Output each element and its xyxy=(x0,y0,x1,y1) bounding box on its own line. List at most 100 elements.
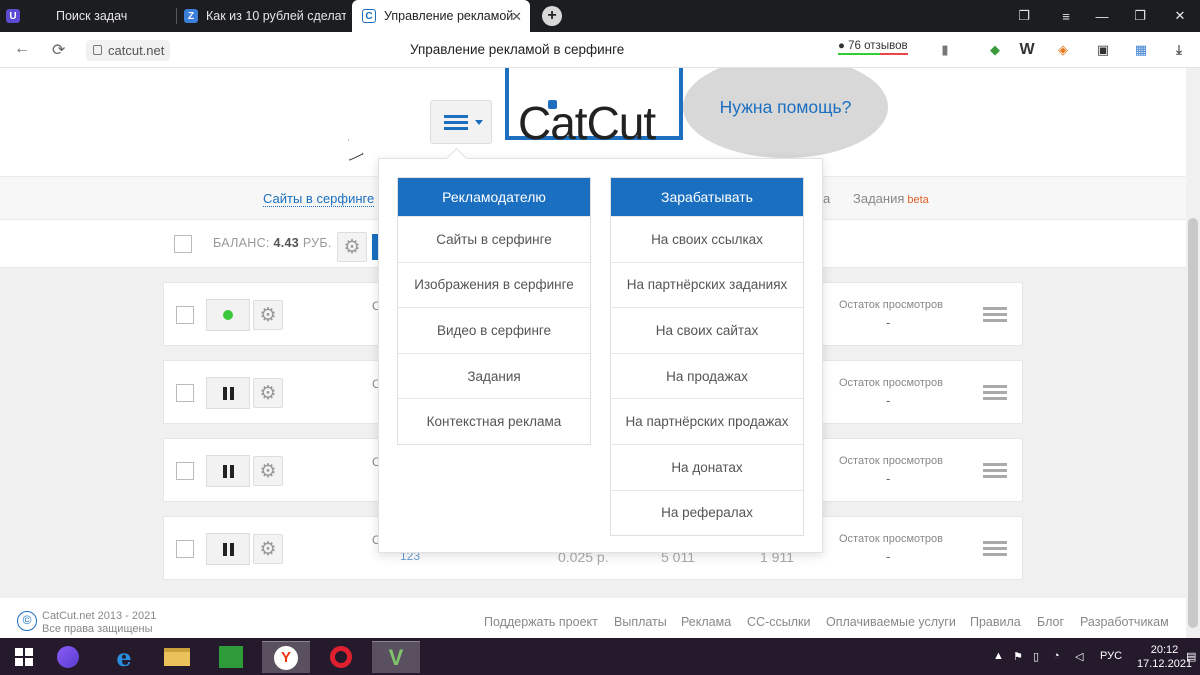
hamburger-icon xyxy=(444,115,468,118)
opera-icon[interactable] xyxy=(317,641,365,673)
pause-icon xyxy=(222,386,234,400)
menu-item-partner-sales[interactable]: На партнёрских продажах xyxy=(611,398,803,444)
row-checkbox[interactable] xyxy=(176,384,194,402)
minimize-button[interactable]: — xyxy=(1082,0,1122,32)
shield-extension-icon[interactable]: ◆ xyxy=(986,41,1004,59)
scrollbar-thumb[interactable] xyxy=(1188,218,1198,628)
drag-handle-icon[interactable] xyxy=(983,307,1007,325)
tab-favicon-icon: Z xyxy=(184,9,198,23)
menu-item-context-ads[interactable]: Контекстная реклама xyxy=(398,398,590,444)
close-window-button[interactable]: ✕ xyxy=(1160,0,1200,32)
row-settings-button[interactable]: ⚙ xyxy=(253,300,283,330)
views-left-label: Остаток просмотров xyxy=(839,455,943,467)
toggle-campaign-button[interactable] xyxy=(206,299,250,331)
new-tab-button[interactable]: + xyxy=(542,6,562,26)
footer-link-cc-links[interactable]: CC-ссылки xyxy=(747,615,810,629)
browser-tab-bar: U Поиск задач Z Как из 10 рублей сделать… xyxy=(0,0,1200,32)
page-scrollbar[interactable] xyxy=(1186,68,1200,638)
toggle-campaign-button[interactable] xyxy=(206,455,250,487)
page-footer: © CatCut.net 2013 - 2021 Все права защищ… xyxy=(0,598,1186,638)
tab-ad-management[interactable]: C Управление рекламой ✕ xyxy=(352,0,530,32)
windows-start-icon[interactable] xyxy=(0,641,48,673)
image-extension-icon[interactable]: ▦ xyxy=(1132,41,1150,59)
copyright-icon: © xyxy=(17,611,37,631)
yandex-browser-taskbar-icon[interactable]: Y xyxy=(262,641,310,673)
metamask-fox-icon[interactable]: ◈ xyxy=(1054,41,1072,59)
reload-icon[interactable]: ⟳ xyxy=(52,40,65,60)
main-menu-button[interactable] xyxy=(430,100,492,144)
menu-item-surf-sites[interactable]: Сайты в серфинге xyxy=(398,216,590,262)
copyright-line: CatCut.net 2013 - 2021 xyxy=(42,610,157,622)
menu-item-own-sites[interactable]: На своих сайтах xyxy=(611,307,803,353)
subnav-sites-link[interactable]: Сайты в серфинге xyxy=(263,191,375,207)
system-clock[interactable]: 20:12 17.12.2021 xyxy=(1137,643,1192,671)
row-checkbox[interactable] xyxy=(176,462,194,480)
back-arrow-icon[interactable]: ← xyxy=(14,40,30,58)
menu-item-partner-tasks[interactable]: На партнёрских заданиях xyxy=(611,261,803,308)
tab-close-icon[interactable]: ✕ xyxy=(511,9,522,25)
tray-flag-icon[interactable]: ⚑ xyxy=(1013,650,1023,663)
menu-item-surf-video[interactable]: Видео в серфинге xyxy=(398,307,590,353)
footer-link-payouts[interactable]: Выплаты xyxy=(614,615,667,629)
browser-logo-icon[interactable]: U xyxy=(6,0,24,32)
row-checkbox[interactable] xyxy=(176,540,194,558)
w-extension-icon[interactable]: W xyxy=(1018,41,1036,59)
footer-link-blog[interactable]: Блог xyxy=(1037,615,1064,629)
row-settings-button[interactable]: ⚙ xyxy=(253,456,283,486)
network-icon[interactable]: ◔ xyxy=(1053,650,1060,662)
tab-how-to-earn[interactable]: Z Как из 10 рублей сделать xyxy=(184,0,346,32)
maximize-button[interactable]: ❐ xyxy=(1120,0,1160,32)
notifications-icon[interactable]: ▤ xyxy=(1186,650,1196,663)
extension-icon[interactable]: ▣ xyxy=(1094,41,1112,59)
drag-handle-icon[interactable] xyxy=(983,541,1007,559)
footer-link-rules[interactable]: Правила xyxy=(970,615,1021,629)
clock-time: 20:12 xyxy=(1150,644,1179,656)
file-explorer-icon[interactable] xyxy=(153,641,201,673)
row-settings-button[interactable]: ⚙ xyxy=(253,378,283,408)
row-settings-button[interactable]: ⚙ xyxy=(253,534,283,564)
views-left-value: - xyxy=(886,549,891,564)
gear-icon: ⚙ xyxy=(259,538,277,560)
toggle-campaign-button[interactable] xyxy=(206,377,250,409)
select-all-checkbox[interactable] xyxy=(174,235,192,253)
footer-link-support[interactable]: Поддержать проект xyxy=(484,615,598,629)
volume-icon[interactable]: ◁ xyxy=(1075,650,1083,663)
url-field[interactable]: catcut.net xyxy=(86,40,171,61)
footer-link-developers[interactable]: Разработчикам xyxy=(1080,615,1169,629)
settings-gear-button[interactable]: ⚙ xyxy=(337,232,367,262)
site-logo[interactable]: CatCut xyxy=(518,96,656,150)
subnav-partial-link[interactable]: а xyxy=(823,191,830,206)
drag-handle-icon[interactable] xyxy=(983,385,1007,403)
app-v-icon[interactable]: V xyxy=(372,641,420,673)
tab-search-tasks[interactable]: Поиск задач xyxy=(36,0,168,32)
menu-item-tasks[interactable]: Задания xyxy=(398,352,590,399)
store-icon[interactable] xyxy=(207,641,255,673)
tray-expand-icon[interactable]: ▲ xyxy=(993,650,1004,662)
gear-icon: ⚙ xyxy=(343,236,361,258)
menu-item-sales[interactable]: На продажах xyxy=(611,352,803,399)
input-language[interactable]: РУС xyxy=(1100,650,1122,662)
bookmark-icon[interactable]: ▮ xyxy=(936,41,954,59)
menu-item-donations[interactable]: На донатах xyxy=(611,443,803,490)
tabs-menu-icon[interactable]: ❐ xyxy=(1004,0,1044,32)
download-icon[interactable]: ⤓ xyxy=(1170,41,1188,59)
tab-label: Поиск задач xyxy=(56,9,128,23)
footer-link-paid-services[interactable]: Оплачиваемые услуги xyxy=(826,615,956,629)
footer-link-ads[interactable]: Реклама xyxy=(681,615,731,629)
battery-icon[interactable]: ▯ xyxy=(1033,650,1039,663)
subnav-tasks-link[interactable]: Задания beta xyxy=(853,191,929,206)
earn-menu-column: Зарабатывать На своих ссылках На партнёр… xyxy=(610,177,804,537)
menu-item-own-links[interactable]: На своих ссылках xyxy=(611,216,803,262)
row-checkbox[interactable] xyxy=(176,306,194,324)
earn-menu-title: Зарабатывать xyxy=(611,178,803,216)
toggle-campaign-button[interactable] xyxy=(206,533,250,565)
alice-assistant-icon[interactable] xyxy=(44,641,92,673)
menu-item-surf-images[interactable]: Изображения в серфинге xyxy=(398,261,590,308)
drag-handle-icon[interactable] xyxy=(983,463,1007,481)
help-button[interactable]: Нужна помощь? xyxy=(683,68,888,158)
browser-menu-icon[interactable]: ≡ xyxy=(1046,0,1086,32)
reviews-badge[interactable]: ● 76 отзывов xyxy=(838,40,908,55)
menu-item-referrals[interactable]: На рефералах xyxy=(611,489,803,536)
main-menu-dropdown: Рекламодателю Сайты в серфинге Изображен… xyxy=(378,158,823,553)
internet-explorer-icon[interactable]: e xyxy=(100,641,148,673)
